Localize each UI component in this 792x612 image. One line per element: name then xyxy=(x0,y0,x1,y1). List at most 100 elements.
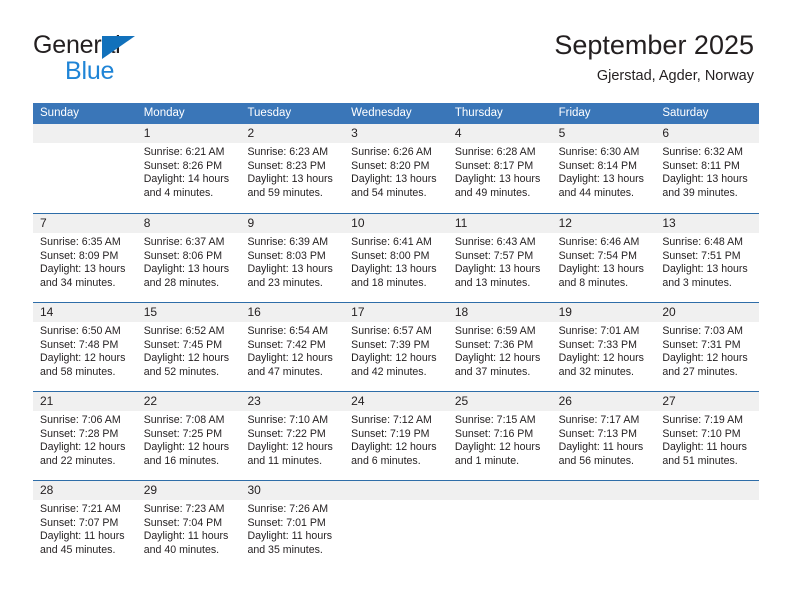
day-cell[interactable]: 29 Sunrise: 7:23 AM Sunset: 7:04 PM Dayl… xyxy=(136,481,241,569)
day-number: 15 xyxy=(136,303,241,322)
daylight-text-line2: and 4 minutes. xyxy=(143,186,214,199)
sunrise-text: Sunrise: 6:43 AM xyxy=(454,236,536,248)
daylight-text-line2: and 42 minutes. xyxy=(351,365,427,378)
day-details xyxy=(448,500,552,503)
day-number: 19 xyxy=(551,303,656,322)
day-number xyxy=(447,481,552,500)
daylight-text-line2: and 45 minutes. xyxy=(40,543,116,556)
day-number: 5 xyxy=(551,124,656,143)
day-number xyxy=(551,481,656,500)
day-cell[interactable] xyxy=(33,124,137,213)
day-cell[interactable]: 4 Sunrise: 6:28 AM Sunset: 8:17 PM Dayli… xyxy=(447,124,552,213)
daylight-text-line2: and 27 minutes. xyxy=(662,365,738,378)
daylight-text-line2: and 34 minutes. xyxy=(40,276,116,289)
day-cell[interactable]: 10 Sunrise: 6:41 AM Sunset: 8:00 PM Dayl… xyxy=(344,214,448,302)
day-number: 8 xyxy=(136,214,241,233)
day-cell[interactable] xyxy=(551,481,656,569)
day-details: Sunrise: 6:32 AM Sunset: 8:11 PM Dayligh… xyxy=(655,143,759,200)
sunrise-text: Sunrise: 6:39 AM xyxy=(247,236,329,248)
day-cell[interactable]: 14 Sunrise: 6:50 AM Sunset: 7:48 PM Dayl… xyxy=(33,303,137,391)
sunset-text: Sunset: 8:00 PM xyxy=(351,249,430,262)
day-cell[interactable]: 28 Sunrise: 7:21 AM Sunset: 7:07 PM Dayl… xyxy=(33,481,137,569)
day-cell[interactable]: 12 Sunrise: 6:46 AM Sunset: 7:54 PM Dayl… xyxy=(551,214,656,302)
daylight-text-line1: Daylight: 12 hours xyxy=(40,441,126,454)
daylight-text-line1: Daylight: 12 hours xyxy=(351,352,437,365)
day-cell[interactable]: 27 Sunrise: 7:19 AM Sunset: 7:10 PM Dayl… xyxy=(655,392,760,480)
day-cell[interactable] xyxy=(447,481,552,569)
day-details: Sunrise: 6:57 AM Sunset: 7:39 PM Dayligh… xyxy=(344,322,448,379)
day-details xyxy=(552,500,656,503)
day-cell[interactable]: 8 Sunrise: 6:37 AM Sunset: 8:06 PM Dayli… xyxy=(136,214,241,302)
day-cell[interactable]: 7 Sunrise: 6:35 AM Sunset: 8:09 PM Dayli… xyxy=(33,214,137,302)
daylight-text-line1: Daylight: 12 hours xyxy=(558,352,644,365)
day-details: Sunrise: 6:48 AM Sunset: 7:51 PM Dayligh… xyxy=(655,233,759,290)
day-number: 24 xyxy=(344,392,448,411)
daylight-text-line2: and 16 minutes. xyxy=(143,454,220,467)
sunrise-text: Sunrise: 7:06 AM xyxy=(40,414,121,426)
week-row: 21 Sunrise: 7:06 AM Sunset: 7:28 PM Dayl… xyxy=(33,391,760,480)
day-cell[interactable]: 6 Sunrise: 6:32 AM Sunset: 8:11 PM Dayli… xyxy=(655,124,760,213)
sunrise-text: Sunrise: 7:26 AM xyxy=(247,503,329,515)
daylight-text-line2: and 22 minutes. xyxy=(40,454,116,467)
day-details: Sunrise: 7:03 AM Sunset: 7:31 PM Dayligh… xyxy=(655,322,759,379)
day-cell[interactable]: 18 Sunrise: 6:59 AM Sunset: 7:36 PM Dayl… xyxy=(447,303,552,391)
sunrise-text: Sunrise: 7:15 AM xyxy=(454,414,536,426)
daylight-text-line2: and 35 minutes. xyxy=(247,543,323,556)
daylight-text-line1: Daylight: 12 hours xyxy=(143,441,230,454)
sunrise-text: Sunrise: 7:19 AM xyxy=(662,414,743,426)
sunrise-text: Sunrise: 6:23 AM xyxy=(247,146,329,158)
day-number: 30 xyxy=(240,481,345,500)
day-cell[interactable]: 2 Sunrise: 6:23 AM Sunset: 8:23 PM Dayli… xyxy=(240,124,345,213)
day-details: Sunrise: 7:19 AM Sunset: 7:10 PM Dayligh… xyxy=(655,411,759,468)
day-details: Sunrise: 6:28 AM Sunset: 8:17 PM Dayligh… xyxy=(448,143,552,200)
daylight-text-line2: and 44 minutes. xyxy=(558,186,634,199)
day-details: Sunrise: 6:43 AM Sunset: 7:57 PM Dayligh… xyxy=(448,233,552,290)
day-cell[interactable]: 11 Sunrise: 6:43 AM Sunset: 7:57 PM Dayl… xyxy=(447,214,552,302)
day-number: 18 xyxy=(447,303,552,322)
day-cell[interactable]: 9 Sunrise: 6:39 AM Sunset: 8:03 PM Dayli… xyxy=(240,214,345,302)
sunrise-text: Sunrise: 7:08 AM xyxy=(143,414,225,426)
sunrise-text: Sunrise: 6:50 AM xyxy=(40,325,121,337)
day-cell[interactable]: 21 Sunrise: 7:06 AM Sunset: 7:28 PM Dayl… xyxy=(33,392,137,480)
sunrise-text: Sunrise: 6:46 AM xyxy=(558,236,640,248)
day-cell[interactable]: 23 Sunrise: 7:10 AM Sunset: 7:22 PM Dayl… xyxy=(240,392,345,480)
sunset-text: Sunset: 7:07 PM xyxy=(40,516,119,529)
day-number: 2 xyxy=(240,124,345,143)
day-cell[interactable]: 1 Sunrise: 6:21 AM Sunset: 8:26 PM Dayli… xyxy=(136,124,241,213)
sunset-text: Sunset: 7:31 PM xyxy=(662,338,741,351)
day-cell[interactable]: 5 Sunrise: 6:30 AM Sunset: 8:14 PM Dayli… xyxy=(551,124,656,213)
title-block: September 2025 Gjerstad, Agder, Norway xyxy=(554,28,754,86)
day-cell[interactable]: 3 Sunrise: 6:26 AM Sunset: 8:20 PM Dayli… xyxy=(344,124,448,213)
sunset-text: Sunset: 7:48 PM xyxy=(40,338,119,351)
day-cell[interactable] xyxy=(655,481,760,569)
day-cell[interactable]: 30 Sunrise: 7:26 AM Sunset: 7:01 PM Dayl… xyxy=(240,481,345,569)
day-cell[interactable]: 13 Sunrise: 6:48 AM Sunset: 7:51 PM Dayl… xyxy=(655,214,760,302)
day-cell[interactable]: 16 Sunrise: 6:54 AM Sunset: 7:42 PM Dayl… xyxy=(240,303,345,391)
daylight-text-line2: and 40 minutes. xyxy=(143,543,220,556)
day-details: Sunrise: 7:01 AM Sunset: 7:33 PM Dayligh… xyxy=(552,322,656,379)
day-number: 25 xyxy=(447,392,552,411)
day-number: 12 xyxy=(551,214,656,233)
daylight-text-line2: and 59 minutes. xyxy=(247,186,323,199)
sunset-text: Sunset: 7:25 PM xyxy=(143,427,223,440)
sunset-text: Sunset: 7:54 PM xyxy=(558,249,637,262)
day-cell[interactable]: 22 Sunrise: 7:08 AM Sunset: 7:25 PM Dayl… xyxy=(136,392,241,480)
day-cell[interactable]: 15 Sunrise: 6:52 AM Sunset: 7:45 PM Dayl… xyxy=(136,303,241,391)
day-cell[interactable]: 20 Sunrise: 7:03 AM Sunset: 7:31 PM Dayl… xyxy=(655,303,760,391)
day-cell[interactable]: 19 Sunrise: 7:01 AM Sunset: 7:33 PM Dayl… xyxy=(551,303,656,391)
daylight-text-line1: Daylight: 14 hours xyxy=(143,173,230,186)
page-header: General Blue September 2025 Gjerstad, Ag… xyxy=(0,0,792,100)
day-cell[interactable] xyxy=(344,481,448,569)
day-cell[interactable]: 17 Sunrise: 6:57 AM Sunset: 7:39 PM Dayl… xyxy=(344,303,448,391)
sunrise-text: Sunrise: 6:35 AM xyxy=(40,236,121,248)
day-cell[interactable]: 24 Sunrise: 7:12 AM Sunset: 7:19 PM Dayl… xyxy=(344,392,448,480)
weekday-header-saturday: Saturday xyxy=(662,107,709,119)
day-cell[interactable]: 26 Sunrise: 7:17 AM Sunset: 7:13 PM Dayl… xyxy=(551,392,656,480)
day-cell[interactable]: 25 Sunrise: 7:15 AM Sunset: 7:16 PM Dayl… xyxy=(447,392,552,480)
sunset-text: Sunset: 8:11 PM xyxy=(662,159,740,172)
weekday-header-sunday: Sunday xyxy=(40,107,80,119)
sunrise-text: Sunrise: 6:57 AM xyxy=(351,325,432,337)
week-row: 14 Sunrise: 6:50 AM Sunset: 7:48 PM Dayl… xyxy=(33,302,760,391)
day-details: Sunrise: 6:46 AM Sunset: 7:54 PM Dayligh… xyxy=(552,233,656,290)
day-details: Sunrise: 7:10 AM Sunset: 7:22 PM Dayligh… xyxy=(240,411,344,468)
